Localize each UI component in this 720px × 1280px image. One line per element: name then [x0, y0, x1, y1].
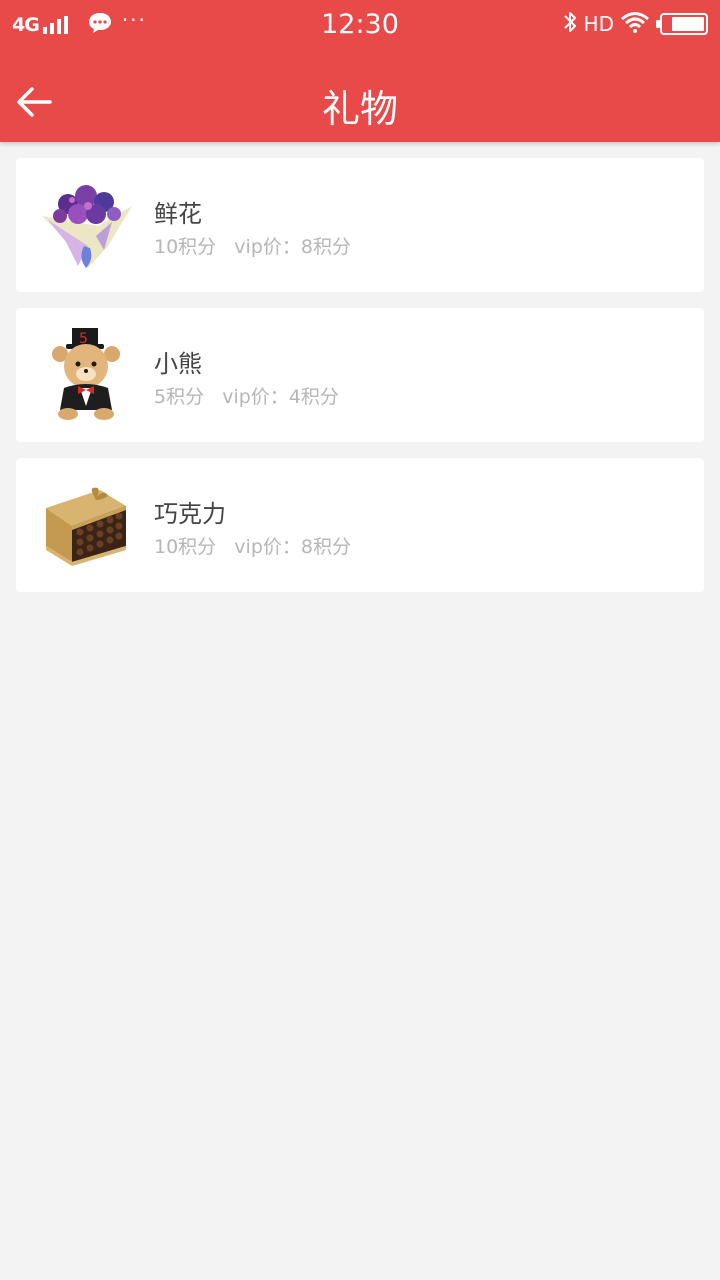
gift-price: 5积分 vip价：4积分	[154, 386, 339, 408]
gift-item-bear[interactable]: 5 小熊 5积分 vip价：4积分	[16, 308, 704, 442]
battery-icon	[656, 13, 708, 35]
chocolate-box-icon	[38, 476, 136, 574]
gift-name: 小熊	[154, 350, 202, 378]
gift-name: 巧克力	[154, 500, 226, 528]
page-title: 礼物	[321, 87, 398, 131]
gift-price: 10积分 vip价：8积分	[154, 536, 351, 558]
gift-item-chocolate[interactable]: 巧克力 10积分 vip价：8积分	[16, 458, 704, 592]
bluetooth-icon	[562, 10, 578, 38]
gift-list: 鲜花 10积分 vip价：8积分 5 小熊 5积分 vip价：4积分 巧克力 1…	[16, 158, 704, 608]
status-bar: 4G ··· 12:30 HD	[0, 0, 720, 50]
wifi-icon	[620, 11, 650, 37]
app-header: 4G ··· 12:30 HD 礼物	[0, 0, 720, 142]
flower-bouquet-icon	[38, 176, 136, 274]
gift-price: 10积分 vip价：8积分	[154, 236, 351, 258]
teddy-bear-icon: 5	[38, 326, 136, 424]
gift-item-flower[interactable]: 鲜花 10积分 vip价：8积分	[16, 158, 704, 292]
gift-name: 鲜花	[154, 200, 202, 228]
hd-indicator: HD	[583, 12, 614, 36]
